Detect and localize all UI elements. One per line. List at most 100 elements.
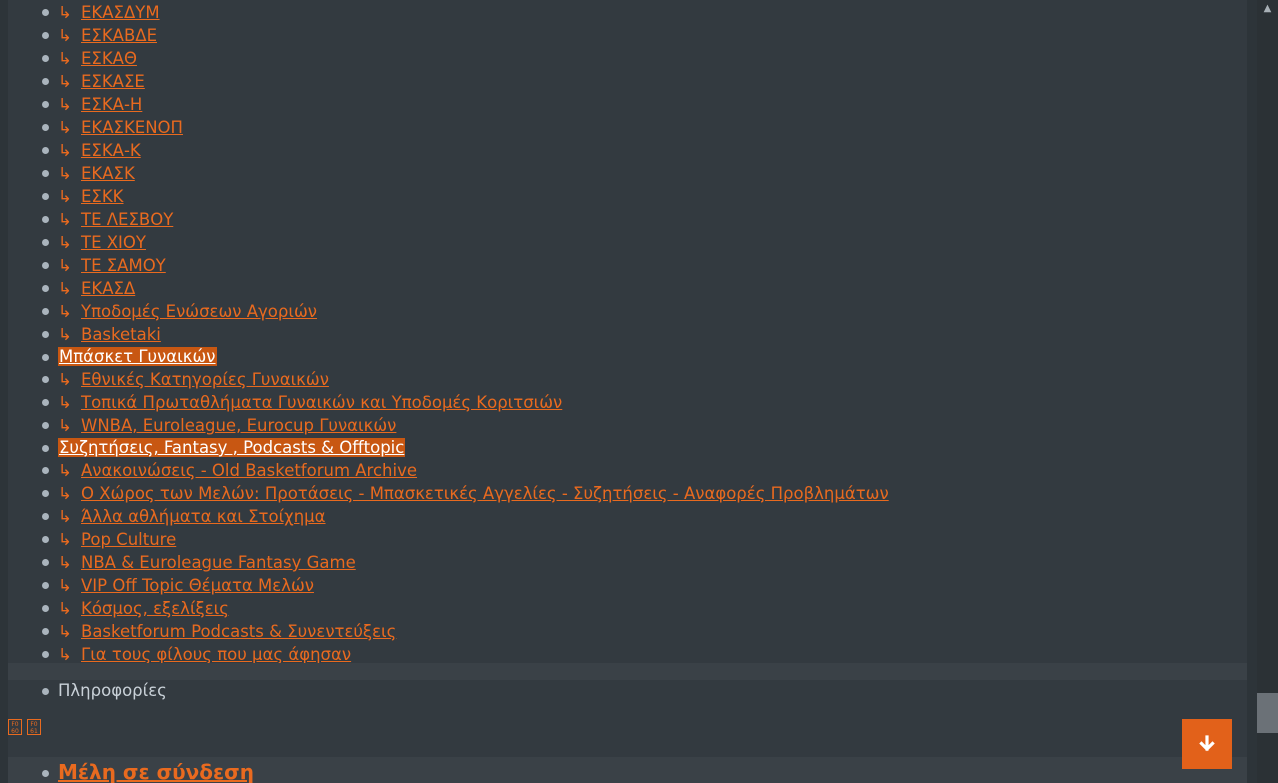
subforum-link[interactable]: ↳ Άλλα αθλήματα και Στοίχημα — [58, 507, 326, 526]
subforum-label: ΕΣΚΑΒΔΕ — [81, 26, 157, 45]
subforum-label: WNBA, Euroleague, Eurocup Γυναικών — [81, 416, 397, 435]
scrollbar-thumb[interactable] — [1257, 693, 1278, 733]
subforum-arrow-icon: ↳ — [58, 141, 72, 160]
forum-category-link[interactable]: Συζητήσεις, Fantasy , Podcasts & Offtopi… — [58, 438, 406, 457]
subforum-item: ↳ Basketaki — [8, 323, 889, 346]
subforum-item: ↳ Άλλα αθλήματα και Στοίχημα — [8, 505, 889, 528]
subforum-link[interactable]: ↳ ΕΣΚΑΘ — [58, 49, 137, 68]
subforum-link[interactable]: ↳ ΕΣΚΑ-Κ — [58, 141, 141, 160]
subforum-item: ↳ ΕΚΑΣΚΕΝΟΠ — [8, 116, 889, 139]
list-bullet — [42, 331, 49, 338]
arrow-down-icon — [1199, 735, 1215, 752]
subforum-item: ↳ ΤΕ ΣΑΜΟΥ — [8, 254, 889, 277]
list-bullet — [42, 32, 49, 39]
section-separator — [8, 663, 1247, 680]
list-bullet — [42, 399, 49, 406]
list-bullet — [42, 216, 49, 223]
subforum-link[interactable]: ↳ Υποδομές Ενώσεων Αγοριών — [58, 302, 317, 321]
list-bullet — [42, 490, 49, 497]
list-bullet — [42, 193, 49, 200]
subforum-link[interactable]: ↳ ΕΣΚΑ-Η — [58, 95, 142, 114]
broken-image-icon[interactable]: F0 60 — [8, 719, 22, 735]
subforum-link[interactable]: ↳ ΤΕ ΧΙΟΥ — [58, 233, 146, 252]
list-bullet — [42, 688, 49, 695]
subforum-label: ΕΣΚΑΣΕ — [81, 72, 145, 91]
list-bullet — [42, 9, 49, 16]
subforum-item: ↳ ΕΣΚΑΣΕ — [8, 70, 889, 93]
subforum-link[interactable]: ↳ ΕΣΚΑΣΕ — [58, 72, 145, 91]
subforum-item: ↳ Ο Χώρος των Μελών: Προτάσεις - Μπασκετι… — [8, 482, 889, 505]
subforum-item: ↳ ΕΣΚΑΒΔΕ — [8, 24, 889, 47]
info-label: Πληροφορίες — [58, 681, 167, 700]
subforum-arrow-icon: ↳ — [58, 507, 72, 526]
page-scrollbar[interactable]: ▲ — [1257, 0, 1278, 783]
list-bullet — [42, 513, 49, 520]
subforum-arrow-icon: ↳ — [58, 484, 72, 503]
subforum-item: ↳ Basketforum Podcasts & Συνεντεύξεις — [8, 620, 889, 643]
subforum-item: ↳ ΕΣΚΑΘ — [8, 47, 889, 70]
language-flags: F0 60 F0 61 — [8, 719, 41, 735]
subforum-label: ΕΚΑΣΔΥΜ — [81, 3, 160, 22]
page: ↳ ΕΚΑΣΔΥΜ ↳ ΕΣΚΑΒΔΕ ↳ ΕΣΚΑΘ ↳ ΕΣΚΑΣΕ ↳ ΕΣΚΑ-Η ↳ ΕΚΑ… — [0, 0, 1278, 783]
subforum-label: ΤΕ ΛΕΣΒΟΥ — [81, 210, 174, 229]
triangle-up-icon[interactable]: ▲ — [1257, 0, 1278, 17]
subforum-arrow-icon: ↳ — [58, 461, 72, 480]
subforum-link[interactable]: ↳ Basketaki — [58, 325, 161, 344]
subforum-link[interactable]: ↳ Ο Χώρος των Μελών: Προτάσεις - Μπασκετι… — [58, 484, 889, 503]
subforum-arrow-icon: ↳ — [58, 72, 72, 91]
subforum-link[interactable]: ↳ Εθνικές Κατηγορίες Γυναικών — [58, 370, 329, 389]
subforum-link[interactable]: ↳ NBA & Euroleague Fantasy Game — [58, 553, 356, 572]
subforum-arrow-icon: ↳ — [58, 164, 72, 183]
list-bullet — [42, 770, 49, 777]
subforum-label: VIP Off Topic Θέματα Μελών — [81, 576, 314, 595]
subforum-item: ↳ Τοπικά Πρωταθλήματα Γυναικών και Υποδομ… — [8, 391, 889, 414]
subforum-arrow-icon: ↳ — [58, 416, 72, 435]
subforum-label: Τοπικά Πρωταθλήματα Γυναικών και Υποδομέ… — [81, 393, 563, 412]
subforum-link[interactable]: ↳ ΕΚΑΣΔΥΜ — [58, 3, 160, 22]
forum-list: ↳ ΕΚΑΣΔΥΜ ↳ ΕΣΚΑΒΔΕ ↳ ΕΣΚΑΘ ↳ ΕΣΚΑΣΕ ↳ ΕΣΚΑ-Η ↳ ΕΚΑ… — [8, 1, 889, 666]
subforum-item: ↳ ΤΕ ΛΕΣΒΟΥ — [8, 208, 889, 231]
subforum-label: Basketaki — [81, 325, 161, 344]
subforum-link[interactable]: ↳ ΤΕ ΛΕΣΒΟΥ — [58, 210, 173, 229]
list-bullet — [42, 262, 49, 269]
subforum-link[interactable]: ↳ Για τους φίλους που μας άφησαν — [58, 645, 351, 664]
subforum-link[interactable]: ↳ Τοπικά Πρωταθλήματα Γυναικών και Υποδομ… — [58, 393, 562, 412]
subforum-link[interactable]: ↳ ΕΚΑΣΚΕΝΟΠ — [58, 118, 183, 137]
list-bullet — [42, 308, 49, 315]
subforum-label: Εθνικές Κατηγορίες Γυναικών — [81, 370, 329, 389]
subforum-arrow-icon: ↳ — [58, 118, 72, 137]
subforum-arrow-icon: ↳ — [58, 622, 72, 641]
list-bullet — [42, 376, 49, 383]
online-members-link[interactable]: Μέλη σε σύνδεση — [58, 760, 254, 783]
subforum-link[interactable]: ↳ WNBA, Euroleague, Eurocup Γυναικών — [58, 416, 396, 435]
subforum-item: ↳ ΕΣΚΚ — [8, 185, 889, 208]
subforum-label: ΤΕ ΧΙΟΥ — [81, 233, 146, 252]
subforum-link[interactable]: ↳ ΤΕ ΣΑΜΟΥ — [58, 256, 166, 275]
subforum-link[interactable]: ↳ ΕΚΑΣΔ — [58, 279, 135, 298]
subforum-item: ↳ ΤΕ ΧΙΟΥ — [8, 231, 889, 254]
subforum-link[interactable]: ↳ Κόσμος, εξελίξεις — [58, 599, 229, 618]
subforum-link[interactable]: ↳ Ανακοινώσεις - Old Basketforum Archive — [58, 461, 417, 480]
list-bullet — [42, 445, 49, 452]
subforum-link[interactable]: ↳ VIP Off Topic Θέματα Μελών — [58, 576, 314, 595]
forum-category-item: Συζητήσεις, Fantasy , Podcasts & Offtopi… — [8, 437, 889, 459]
list-bullet — [42, 467, 49, 474]
subforum-link[interactable]: ↳ ΕΚΑΣΚ — [58, 164, 135, 183]
subforum-link[interactable]: ↳ ΕΣΚΑΒΔΕ — [58, 26, 157, 45]
forum-category-label: Συζητήσεις, Fantasy , Podcasts & Offtopi… — [59, 438, 405, 457]
subforum-link[interactable]: ↳ Pop Culture — [58, 530, 176, 549]
subforum-label: Κόσμος, εξελίξεις — [81, 599, 229, 618]
subforum-item: ↳ VIP Off Topic Θέματα Μελών — [8, 574, 889, 597]
subforum-label: Για τους φίλους που μας άφησαν — [81, 645, 352, 664]
subforum-link[interactable]: ↳ ΕΣΚΚ — [58, 187, 124, 206]
list-bullet — [42, 147, 49, 154]
subforum-link[interactable]: ↳ Basketforum Podcasts & Συνεντεύξεις — [58, 622, 396, 641]
subforum-label: Ανακοινώσεις - Old Basketforum Archive — [81, 461, 418, 480]
broken-image-icon[interactable]: F0 61 — [27, 719, 41, 735]
scroll-to-bottom-button[interactable] — [1182, 719, 1232, 769]
list-bullet — [42, 55, 49, 62]
list-bullet — [42, 422, 49, 429]
forum-category-link[interactable]: Μπάσκετ Γυναικών — [58, 347, 217, 366]
subforum-arrow-icon: ↳ — [58, 279, 72, 298]
subforum-item: ↳ ΕΚΑΣΔ — [8, 277, 889, 300]
